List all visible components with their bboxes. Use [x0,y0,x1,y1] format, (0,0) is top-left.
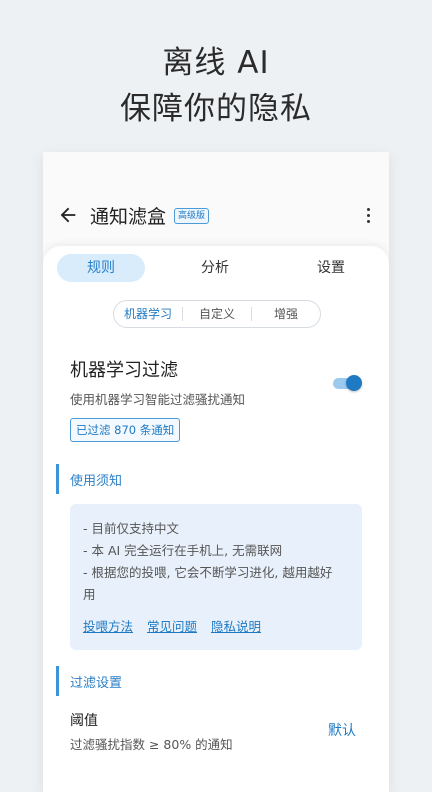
tab-rules[interactable]: 规则 [57,254,145,282]
segment-custom[interactable]: 自定义 [183,306,251,322]
segment-enhanced[interactable]: 增强 [252,306,320,322]
feature-title: 机器学习过滤 [70,360,178,381]
filtered-count-chip: 已过滤 870 条通知 [70,418,181,442]
threshold-default-button[interactable]: 默认 [328,720,356,740]
promo-header: 离线 AI 保障你的隐私 [0,40,432,132]
tab-analysis[interactable]: 分析 [171,254,259,282]
section-header-notice: 使用须知 [56,464,122,494]
ml-filter-toggle[interactable] [333,375,362,391]
premium-badge: 高级版 [174,208,210,224]
arrow-left-icon[interactable] [57,204,79,226]
section-header-filter-settings: 过滤设置 [56,666,122,696]
app-title: 通知滤盒 [90,206,167,228]
app-bar: 通知滤盒 高级版 [43,196,389,236]
notice-item: - 本 AI 完全运行在手机上, 无需联网 [83,543,283,558]
feature-description: 使用机器学习智能过滤骚扰通知 [70,392,246,407]
feeding-method-link[interactable]: 投喂方法 [83,619,133,634]
threshold-label: 阈值 [70,713,98,729]
filter-mode-segmented-control: 机器学习 自定义 增强 [113,300,321,328]
content-sheet: 规则 分析 设置 机器学习 自定义 增强 机器学习过滤 使用机器学习智能过滤骚扰… [43,246,389,792]
section-title-filter-settings: 过滤设置 [70,676,123,691]
notice-links: 投喂方法 常见问题 隐私说明 [83,616,271,635]
notice-item: - 目前仅支持中文 [83,521,179,536]
notice-item: - 根据您的投喂, 它会不断学习进化, 越用越好 [83,565,333,580]
privacy-link[interactable]: 隐私说明 [211,619,261,634]
phone-screen: 通知滤盒 高级版 规则 分析 设置 机器学习 自定义 增强 机器学习过滤 使用机… [43,152,389,792]
notice-item: 用 [83,587,96,602]
threshold-description: 过滤骚扰指数 ≥ 80% 的通知 [70,737,233,752]
toggle-thumb [346,375,362,391]
faq-link[interactable]: 常见问题 [147,619,197,634]
promo-line-1: 离线 AI [162,45,270,81]
section-title-notice: 使用须知 [70,474,123,489]
notice-card: - 目前仅支持中文 - 本 AI 完全运行在手机上, 无需联网 - 根据您的投喂… [70,504,362,650]
more-vertical-icon[interactable] [367,208,371,224]
promo-line-2: 保障你的隐私 [120,91,312,127]
segment-machine-learning[interactable]: 机器学习 [114,306,182,322]
tab-settings[interactable]: 设置 [287,254,375,282]
